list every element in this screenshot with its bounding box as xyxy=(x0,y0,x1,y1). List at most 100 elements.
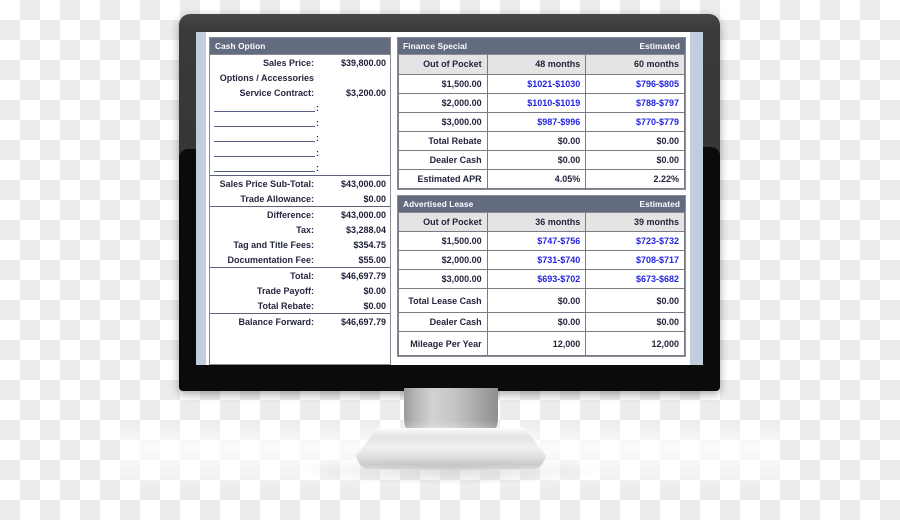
finance-special-panel: Finance Special Estimated Out of Pocket 4… xyxy=(397,37,686,190)
row-label-cell: $1,500.00 xyxy=(398,231,488,251)
row-value-cell-col2: $723-$732 xyxy=(585,231,685,251)
row-label-cell: $3,000.00 xyxy=(398,111,488,132)
deal-worksheet-document: Cash Option Sales Price: $39,800.00 Option… xyxy=(206,32,690,365)
cash-option-row: Total: $46,697.79 xyxy=(210,268,390,283)
blank-line-rule xyxy=(214,149,315,157)
table-row: Dealer Cash $0.00 $0.00 xyxy=(398,312,685,332)
cash-option-row-label: Difference: xyxy=(266,209,314,220)
cash-option-row-value: $0.00 xyxy=(363,193,386,204)
cash-option-group: Sales Price: $39,800.00 Options / Accessor… xyxy=(210,55,390,176)
cash-option-row-label: Balance Forward: xyxy=(238,316,314,327)
table-row: $2,000.00 $731-$740 $708-$717 xyxy=(398,250,685,270)
column-header-cell: 60 months xyxy=(585,55,685,75)
row-value-cell-col2: $0.00 xyxy=(585,312,685,332)
cash-option-blank-line[interactable]: : xyxy=(210,100,390,115)
row-label-cell: Mileage Per Year xyxy=(398,331,488,356)
row-label-cell: $2,000.00 xyxy=(398,92,488,113)
row-value-cell-col1: $1010-$1019 xyxy=(486,92,587,113)
row-value-cell-col2: $0.00 xyxy=(585,288,685,313)
finance-special-table: Out of Pocket 48 months 60 months $1,500.00… xyxy=(398,55,685,189)
cash-option-row: Service Contract: $3,200.00 xyxy=(210,85,390,100)
table-row: $2,000.00 $1010-$1019 $788-$797 xyxy=(398,92,685,113)
cash-option-row: Trade Allowance: $0.00 xyxy=(210,191,390,206)
table-row: Total Lease Cash $0.00 $0.00 xyxy=(398,288,685,313)
finance-special-title: Finance Special xyxy=(403,41,468,51)
cash-option-title: Cash Option xyxy=(215,41,266,51)
rate-tables-column: Finance Special Estimated Out of Pocket 4… xyxy=(397,37,686,365)
row-label-cell: $3,000.00 xyxy=(398,269,488,289)
table-row: $3,000.00 $987-$996 $770-$779 xyxy=(398,111,685,132)
cash-option-group: Sales Price Sub-Total: $43,000.00 Trade Al… xyxy=(210,176,390,207)
row-value-cell-col1: $1021-$1030 xyxy=(486,73,587,94)
row-value-cell-col2: $770-$779 xyxy=(585,111,685,132)
advertised-lease-title: Advertised Lease xyxy=(403,198,474,209)
cash-option-row-label: Options / Accessories xyxy=(219,72,314,83)
column-header-cell: 39 months xyxy=(585,212,685,232)
row-value-cell-col1: $693-$702 xyxy=(486,269,587,289)
cash-option-row-value: $46,697.79 xyxy=(340,270,386,281)
row-label-cell: $1,500.00 xyxy=(398,73,488,94)
cash-option-blank-line[interactable]: : xyxy=(210,130,390,145)
row-label-cell: Total Lease Cash xyxy=(398,288,488,313)
row-label-cell: Estimated APR xyxy=(398,168,488,189)
row-value-cell-col1: 4.05% xyxy=(486,168,587,189)
cash-option-row-value: $0.00 xyxy=(363,285,386,296)
row-value-cell-col1: $731-$740 xyxy=(486,250,587,270)
cash-option-row-value: $43,000.00 xyxy=(340,209,386,220)
cash-option-row-value: $0.00 xyxy=(363,300,386,311)
column-header-cell: Out of Pocket xyxy=(398,212,488,232)
blank-line-colon: : xyxy=(316,162,319,173)
cash-option-row-label: Documentation Fee: xyxy=(227,254,314,265)
blank-line-rule xyxy=(214,134,315,142)
cash-option-row-label: Total Rebate: xyxy=(257,300,314,311)
column-header-cell: Out of Pocket xyxy=(398,55,488,75)
cash-option-row: Documentation Fee: $55.00 xyxy=(210,252,390,267)
row-value-cell-col2: $788-$797 xyxy=(585,92,685,113)
cash-option-row-label: Total: xyxy=(290,270,314,281)
cash-option-blank-line[interactable]: : xyxy=(210,160,390,175)
row-value-cell-col2: 12,000 xyxy=(585,331,685,356)
row-label-cell: Dealer Cash xyxy=(398,149,488,170)
advertised-lease-column-header-row: Out of Pocket 36 months 39 months xyxy=(398,212,685,232)
cash-option-blank-line[interactable]: : xyxy=(210,145,390,160)
cash-option-row-label: Trade Payoff: xyxy=(256,285,314,296)
cash-option-row-label: Trade Allowance: xyxy=(240,193,314,204)
cash-option-row: Options / Accessories xyxy=(210,70,390,85)
cash-option-blank-line[interactable]: : xyxy=(210,115,390,130)
cash-option-row-value: $39,800.00 xyxy=(340,57,386,68)
row-label-cell: Dealer Cash xyxy=(398,312,488,332)
page-margin-left xyxy=(196,32,206,365)
cash-option-row-label: Tax: xyxy=(296,224,314,235)
row-value-cell-col1: $747-$756 xyxy=(486,231,587,251)
blank-line-rule xyxy=(214,164,315,172)
blank-line-colon: : xyxy=(316,117,319,128)
advertised-lease-panel: Advertised Lease Estimated Out of Pocket… xyxy=(397,194,686,357)
cash-option-row: Total Rebate: $0.00 xyxy=(210,298,390,313)
table-row: Mileage Per Year 12,000 12,000 xyxy=(398,331,685,356)
row-value-cell-col1: $0.00 xyxy=(486,149,587,170)
row-label-cell: Total Rebate xyxy=(398,130,488,151)
cash-option-row-label: Service Contract: xyxy=(239,87,314,98)
row-value-cell-col2: 2.22% xyxy=(585,168,685,189)
cash-option-row-value: $3,200.00 xyxy=(345,87,386,98)
blank-line-colon: : xyxy=(316,147,319,158)
finance-special-estimated-label: Estimated xyxy=(639,41,680,51)
monitor-drop-shadow xyxy=(300,455,600,485)
row-value-cell-col1: $987-$996 xyxy=(486,111,587,132)
column-header-cell: 36 months xyxy=(486,212,587,232)
cash-option-row: Sales Price Sub-Total: $43,000.00 xyxy=(210,176,390,191)
cash-option-row: Trade Payoff: $0.00 xyxy=(210,283,390,298)
cash-option-row-label: Sales Price: xyxy=(262,57,314,68)
monitor-scene: Cash Option Sales Price: $39,800.00 Option… xyxy=(0,0,900,520)
advertised-lease-table: Out of Pocket 36 months 39 months $1,500.00… xyxy=(398,212,685,356)
cash-option-row-value: $55.00 xyxy=(358,254,386,265)
cash-option-row-label: Tag and Title Fees: xyxy=(233,239,314,250)
row-value-cell-col2: $673-$682 xyxy=(585,269,685,289)
blank-line-rule xyxy=(214,119,315,127)
cash-option-group: Difference: $43,000.00 Tax: $3,288.04 Tag an… xyxy=(210,207,390,268)
cash-option-panel: Cash Option Sales Price: $39,800.00 Option… xyxy=(209,37,391,365)
finance-special-header: Finance Special Estimated xyxy=(398,38,685,55)
row-value-cell-col1: $0.00 xyxy=(486,312,587,332)
cash-option-row: Balance Forward: $46,697.79 xyxy=(210,314,390,329)
row-value-cell-col2: $0.00 xyxy=(585,130,685,151)
